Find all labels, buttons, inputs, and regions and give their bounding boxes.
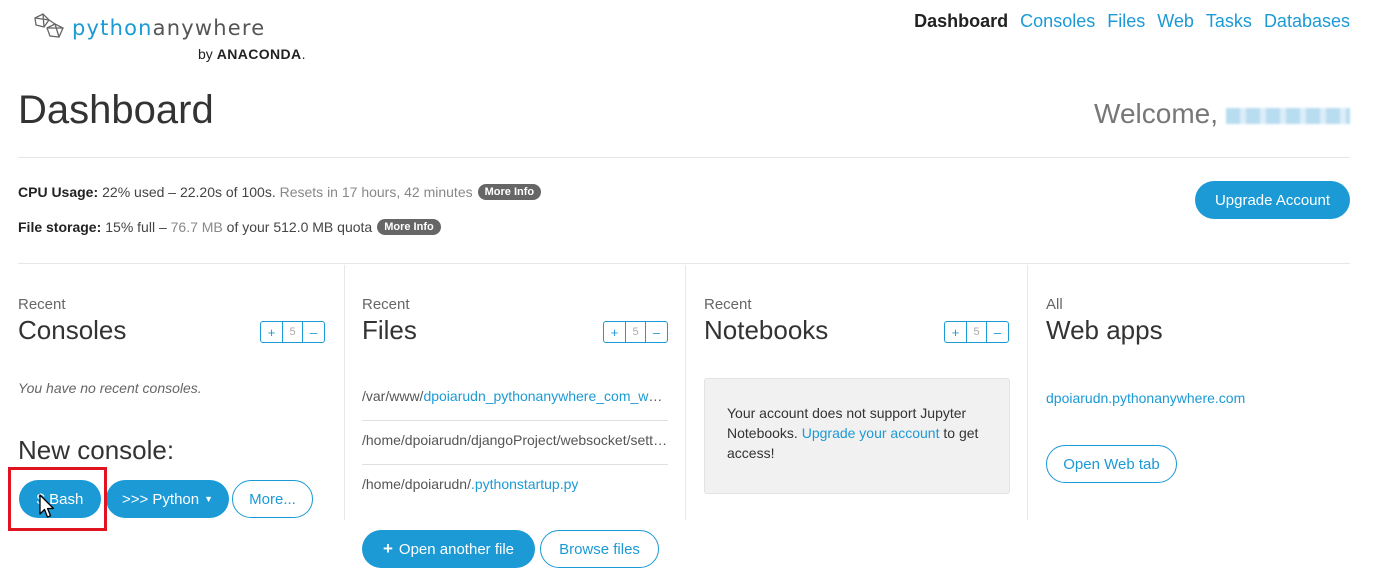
recent-file-item[interactable]: /var/www/dpoiarudn_pythonanywhere_com_ws… <box>362 376 668 416</box>
count-value: 5 <box>282 322 303 342</box>
increase-button[interactable]: + <box>945 322 966 342</box>
nav-consoles[interactable]: Consoles <box>1020 11 1095 32</box>
more-consoles-button[interactable]: More... <box>232 480 313 518</box>
nav-web[interactable]: Web <box>1157 11 1194 32</box>
consoles-section: Recent Consoles <box>18 296 127 345</box>
upgrade-account-link[interactable]: Upgrade your account <box>802 425 940 441</box>
webapp-link[interactable]: dpoiarudn.pythonanywhere.com <box>1046 390 1245 406</box>
browse-files-button[interactable]: Browse files <box>540 530 659 568</box>
mouse-cursor-icon <box>39 494 55 518</box>
cpu-usage: CPU Usage: 22% used – 22.20s of 100s. Re… <box>18 184 542 200</box>
cpu-more-info-button[interactable]: More Info <box>477 184 542 200</box>
upgrade-account-button[interactable]: Upgrade Account <box>1195 181 1350 219</box>
no-consoles-message: You have no recent consoles. <box>18 380 202 396</box>
recent-file-item[interactable]: /home/dpoiarudn/.pythonstartup.py <box>362 464 668 504</box>
decrease-button[interactable]: – <box>303 322 324 342</box>
nav-databases[interactable]: Databases <box>1264 11 1350 32</box>
increase-button[interactable]: + <box>261 322 282 342</box>
recent-file-item[interactable]: /home/dpoiarudn/djangoProject/websocket/… <box>362 420 668 460</box>
column-divider <box>1027 265 1028 520</box>
logo-byline: by ANACONDA. <box>198 46 306 62</box>
nav-files[interactable]: Files <box>1107 11 1145 32</box>
new-console-heading: New console: <box>18 435 175 465</box>
files-heading: Files <box>362 315 417 345</box>
files-section: Recent Files <box>362 296 417 345</box>
notebooks-heading: Notebooks <box>704 315 829 345</box>
nav-tasks[interactable]: Tasks <box>1206 11 1252 32</box>
webapps-heading: Web apps <box>1046 315 1163 345</box>
notebooks-count-stepper: + 5 – <box>944 321 1009 343</box>
caret-down-icon: ▼ <box>204 494 214 504</box>
open-another-file-button[interactable]: + Open another file <box>362 530 535 568</box>
page-title: Dashboard <box>18 88 214 132</box>
notebooks-unsupported-notice: Your account does not support Jupyter No… <box>704 378 1010 494</box>
nav-dashboard[interactable]: Dashboard <box>914 11 1008 32</box>
count-value: 5 <box>625 322 646 342</box>
logo-text: pythonanywhere <box>72 16 266 40</box>
decrease-button[interactable]: – <box>987 322 1008 342</box>
column-divider <box>344 265 345 520</box>
divider <box>18 157 1350 158</box>
open-web-tab-button[interactable]: Open Web tab <box>1046 445 1177 483</box>
plus-icon: + <box>382 539 393 558</box>
count-value: 5 <box>966 322 987 342</box>
welcome-message: Welcome, <box>1094 98 1350 130</box>
file-storage: File storage: 15% full – 76.7 MB of your… <box>18 219 441 235</box>
consoles-heading: Consoles <box>18 315 127 345</box>
highlight-box <box>8 467 107 531</box>
logo[interactable]: pythonanywhere by ANACONDA. <box>30 10 310 65</box>
username-redacted <box>1226 108 1350 124</box>
python-console-dropdown[interactable]: >>> Python ▼ <box>106 480 229 518</box>
top-nav: Dashboard Consoles Files Web Tasks Datab… <box>914 11 1350 32</box>
files-count-stepper: + 5 – <box>603 321 668 343</box>
notebooks-section: Recent Notebooks <box>704 296 829 345</box>
divider <box>18 263 1350 264</box>
webapps-section: All Web apps <box>1046 296 1163 345</box>
decrease-button[interactable]: – <box>646 322 667 342</box>
storage-more-info-button[interactable]: More Info <box>377 219 441 235</box>
logo-snake-icon <box>34 13 64 38</box>
consoles-count-stepper: + 5 – <box>260 321 325 343</box>
column-divider <box>685 265 686 520</box>
increase-button[interactable]: + <box>604 322 625 342</box>
